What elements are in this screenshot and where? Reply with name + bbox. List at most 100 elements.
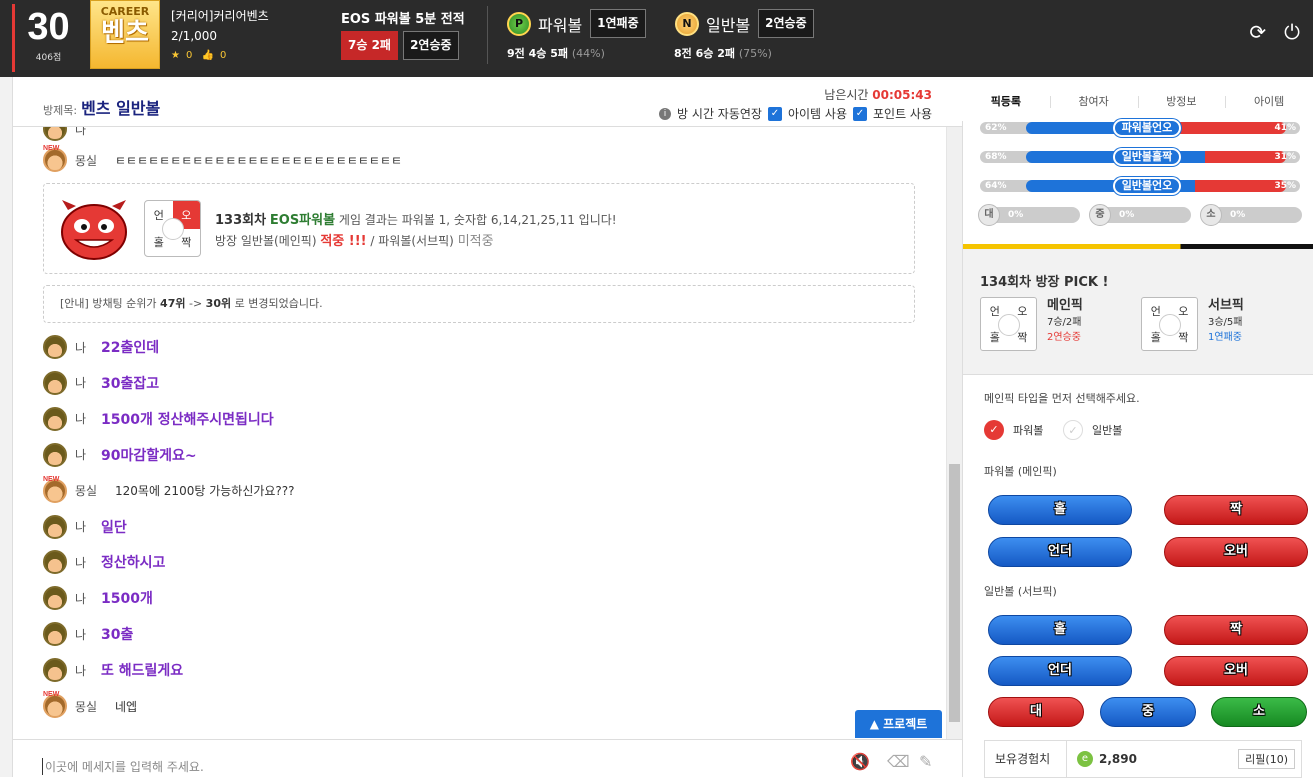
- normalball-streak: 2연승중: [758, 9, 814, 38]
- powerball-record-text: 9전 4승 5패: [507, 47, 568, 60]
- size-bar-mid: 중 0%: [1089, 204, 1191, 226]
- small-value: 0%: [1230, 210, 1246, 220]
- streak-tag: 2연승중: [403, 31, 459, 60]
- notice-box: [안내] 방채팅 순위가 47위 -> 30위 로 변경되었습니다.: [43, 285, 915, 323]
- result-round: 133회차: [215, 213, 267, 228]
- avatar: NEW: [43, 691, 67, 718]
- normalball-record-text: 8전 6승 2패: [674, 47, 735, 60]
- powerball-record: 9전 4승 5패 (44%): [507, 45, 605, 61]
- bet-area: 메인픽 타입을 먼저 선택해주세요. ✓ 파워볼 ✓ 일반볼 파워볼 (메인픽) 홀…: [963, 375, 1313, 778]
- result-text: 133회차 EOS파워볼 게임 결과는 파워볼 1, 숫자합 6,14,21,2…: [215, 210, 617, 252]
- message-author: 나: [75, 520, 87, 534]
- experience-value: 2,890: [1099, 752, 1137, 766]
- result-game: EOS파워볼: [269, 213, 336, 228]
- win-loss-tag: 7승 2패: [341, 31, 398, 60]
- info-icon: i: [659, 107, 672, 120]
- normal-under-button[interactable]: 언더: [988, 656, 1132, 686]
- small-button[interactable]: 소: [1211, 697, 1307, 727]
- use-item-checkbox[interactable]: ✓: [767, 106, 782, 121]
- message-text: 또 해드릴게요: [101, 663, 184, 680]
- magic-wand-icon[interactable]: ✎: [919, 752, 932, 771]
- auto-extend-label[interactable]: 방 시간 자동연장: [677, 105, 762, 122]
- user-info: [커리어]커리어벤츠 2/1,000 ★ 0 👍 0: [171, 6, 269, 66]
- room-header: 방제목: 벤츠 일반볼 남은시간 00:05:43 i 방 시간 자동연장 ✓ 아…: [13, 77, 962, 127]
- chat-message: 나 일단: [43, 514, 127, 539]
- main-pick-streak: 2연승중: [1047, 332, 1081, 343]
- experience-box: 보유경험치 e 2,890 리필(10): [984, 740, 1302, 778]
- power-icon[interactable]: ⏻: [1284, 20, 1300, 44]
- message-text: 120목에 2100탕 가능하신가요???: [115, 484, 295, 499]
- main-pick-record: 7승/2패: [1047, 317, 1082, 328]
- refresh-icon[interactable]: ⟳: [1249, 20, 1266, 44]
- thumbs-up-icon: 👍: [201, 50, 214, 61]
- avatar: NEW: [43, 145, 67, 172]
- chat-input[interactable]: 이곳에 메세지를 입력해 주세요.: [42, 758, 204, 775]
- star-count: 0: [185, 50, 193, 61]
- sub-pick-dial: 언 오 홀 짝: [1141, 297, 1198, 351]
- eraser-icon[interactable]: ⌫: [887, 752, 910, 771]
- use-point-label: 포인트 사용: [872, 107, 932, 121]
- size-bar-small: 소 0%: [1200, 204, 1302, 226]
- normal-odd-button[interactable]: 홀: [988, 615, 1132, 645]
- radio-normalball[interactable]: ✓ 일반볼: [1063, 420, 1122, 440]
- level-number: 30: [27, 6, 70, 48]
- dial-center: [998, 314, 1020, 336]
- tab-pick-register[interactable]: 픽등록: [962, 83, 1050, 121]
- normalball-rate: (75%): [738, 47, 772, 60]
- notice-arrow: ->: [188, 297, 203, 310]
- mute-icon[interactable]: 🔇: [850, 752, 870, 771]
- tab-items[interactable]: 아이템: [1225, 83, 1313, 121]
- power-over-button[interactable]: 오버: [1164, 537, 1308, 567]
- message-text: 네엡: [115, 699, 138, 714]
- check-icon: ✓: [984, 420, 1004, 440]
- tab-participants[interactable]: 참여자: [1049, 83, 1138, 121]
- mid-icon: 중: [1089, 204, 1111, 226]
- bar-label: 일반볼홀짝: [1113, 148, 1181, 166]
- message-author: 나: [75, 376, 87, 391]
- normalball-label: 일반볼: [706, 15, 751, 35]
- user-stats: ★ 0 👍 0: [171, 46, 269, 66]
- message-author: 나: [75, 448, 87, 463]
- chat-message: 나 22출인데: [43, 335, 159, 359]
- result-line1: 게임 결과는 파워볼 1, 숫자합 6,14,21,25,11 입니다!: [338, 213, 617, 227]
- level-box: 30 406점: [12, 4, 82, 72]
- normal-even-button[interactable]: 짝: [1164, 615, 1308, 645]
- normalball-stat: N 일반볼 2연승중: [675, 9, 814, 38]
- main-pick-info: 메인픽 7승/2패 2연승중: [1047, 297, 1083, 351]
- star-icon: ★: [171, 50, 180, 61]
- message-text: ㅌㅌㅌㅌㅌㅌㅌㅌㅌㅌㅌㅌㅌㅌㅌㅌㅌㅌㅌㅌㅌㅌㅌㅌㅌㅌ: [115, 153, 403, 168]
- powerball-stat: P 파워볼 1연패중: [507, 9, 646, 38]
- tab-room-info[interactable]: 방정보: [1137, 83, 1226, 121]
- chat-area: 나 NEW 몽실 ㅌㅌㅌㅌㅌㅌㅌㅌㅌㅌㅌㅌㅌㅌㅌㅌㅌㅌㅌㅌㅌㅌㅌㅌㅌㅌ 언 오 …: [13, 127, 946, 739]
- power-under-button[interactable]: 언더: [988, 537, 1132, 567]
- bar-left-percent: 64%: [985, 181, 1007, 191]
- bar-right-percent: 41%: [1274, 123, 1296, 133]
- radio-powerball-label: 파워볼: [1013, 424, 1044, 437]
- main-pick-dial: 언 오 홀 짝: [980, 297, 1037, 351]
- power-section-title: 파워볼 (메인픽): [984, 465, 1057, 478]
- sub-pick-title: 서브픽: [1208, 298, 1244, 313]
- mid-button[interactable]: 중: [1100, 697, 1196, 727]
- big-button[interactable]: 대: [988, 697, 1084, 727]
- pick-title: 134회차 방장 PICK !: [980, 275, 1109, 290]
- message-author: 나: [75, 340, 87, 355]
- power-odd-button[interactable]: 홀: [988, 495, 1132, 525]
- powerball-label: 파워볼: [538, 15, 583, 35]
- bar-right-percent: 31%: [1274, 152, 1296, 162]
- chat-scrollbar[interactable]: [946, 127, 962, 739]
- result-box: 언 오 홀 짝 133회차 EOS파워볼 게임 결과는 파워볼 1, 숫자합 6…: [43, 183, 915, 274]
- remaining-time-value: 00:05:43: [872, 88, 932, 102]
- radio-powerball[interactable]: ✓ 파워볼: [984, 420, 1043, 440]
- normal-over-button[interactable]: 오버: [1164, 656, 1308, 686]
- chat-message: 나 1500개: [43, 586, 153, 611]
- experience-label: 보유경험치: [985, 741, 1067, 777]
- use-point-checkbox[interactable]: ✓: [852, 106, 867, 121]
- new-badge: NEW: [43, 691, 60, 698]
- power-even-button[interactable]: 짝: [1164, 495, 1308, 525]
- room-options: i 방 시간 자동연장 ✓ 아이템 사용 ✓ 포인트 사용: [659, 105, 932, 122]
- refill-button[interactable]: 리필(10): [1238, 749, 1295, 769]
- bar-left-percent: 62%: [985, 123, 1007, 133]
- scroll-thumb[interactable]: [949, 464, 960, 722]
- powerball-rate: (44%): [571, 47, 605, 60]
- protect-button[interactable]: ▲ 프로젝트: [855, 710, 942, 738]
